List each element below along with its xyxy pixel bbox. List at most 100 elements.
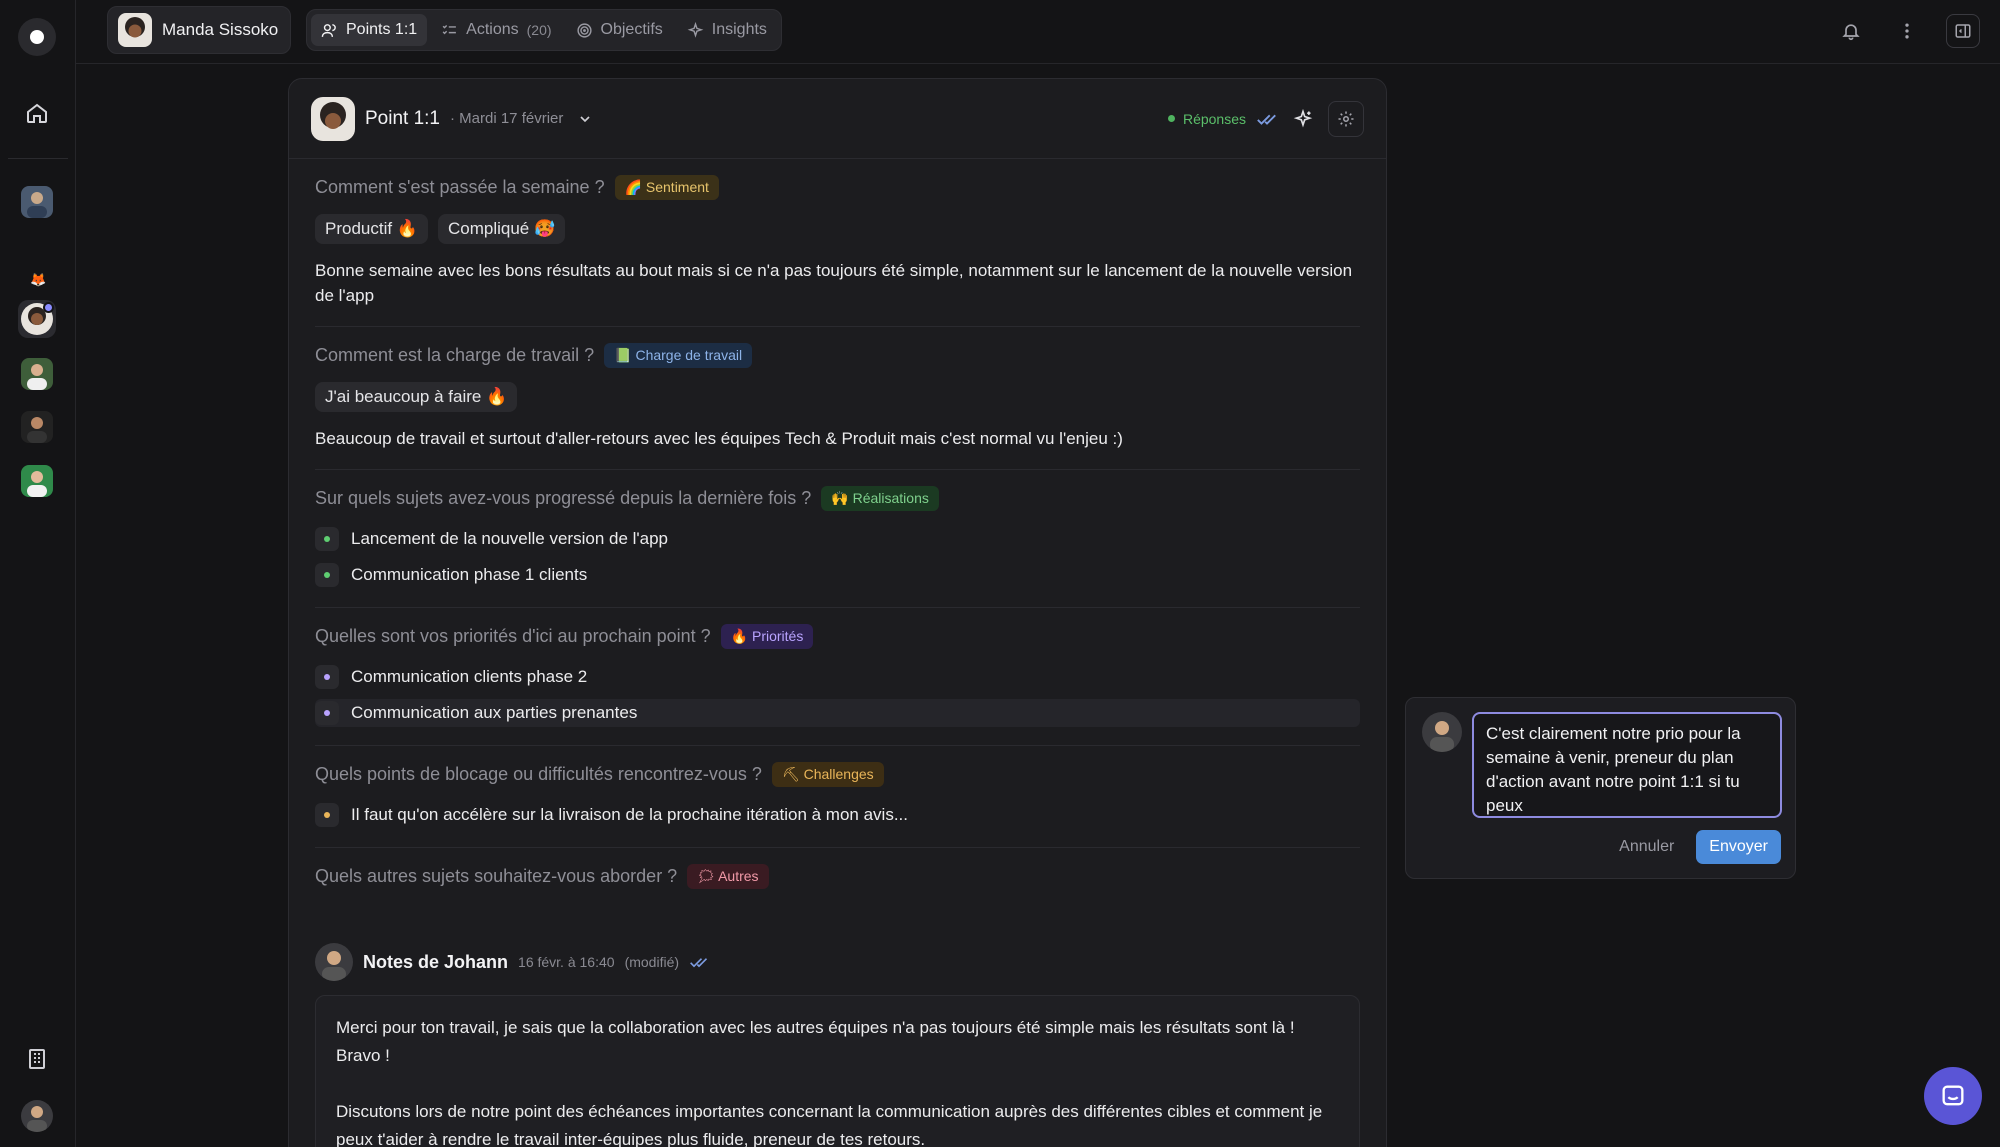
- notes-author: Notes de Johann: [363, 951, 509, 972]
- fox-icon: 🦊: [30, 272, 47, 287]
- list-item-text: Lancement de la nouvelle version de l'ap…: [351, 529, 669, 548]
- list-item[interactable]: Lancement de la nouvelle version de l'ap…: [315, 525, 1360, 553]
- logo-dot: [30, 30, 44, 44]
- meeting-title: Point 1:1: [365, 107, 440, 129]
- question-section: Quels points de blocage ou difficultés r…: [315, 746, 1360, 848]
- notes-editor[interactable]: Merci pour ton travail, je sais que la c…: [315, 995, 1360, 1147]
- question-section: Quels autres sujets souhaitez-vous abord…: [315, 848, 1360, 907]
- list-item-text: Communication clients phase 2: [351, 667, 588, 686]
- priorities-badge: 🔥 Priorités: [720, 624, 814, 649]
- tab-actions[interactable]: Actions (20): [431, 14, 561, 46]
- home-button[interactable]: [18, 94, 56, 132]
- double-check-icon: [690, 958, 708, 968]
- panel-toggle-button[interactable]: [1946, 14, 1980, 48]
- tab-label: Objectifs: [600, 21, 663, 38]
- rail-person-active[interactable]: [18, 300, 56, 338]
- rail-person-3[interactable]: [18, 408, 56, 446]
- bullet: [315, 665, 339, 689]
- chevron-down-icon: [580, 115, 590, 122]
- bell-icon: [1842, 24, 1860, 41]
- avatar: [21, 358, 53, 390]
- comment-input[interactable]: C'est clairement notre prio pour la sema…: [1472, 712, 1782, 818]
- card-header: Point 1:1 · Mardi 17 février Réponses: [289, 79, 1386, 159]
- list-item[interactable]: Il faut qu'on accélère sur la livraison …: [315, 801, 1360, 829]
- others-badge: 🗯 Autres: [687, 864, 769, 889]
- question-text: Sur quels sujets avez-vous progressé dep…: [315, 488, 812, 508]
- tab-bar: Points 1:1 Actions (20) Objectifs Insigh…: [306, 9, 782, 51]
- top-bar: Manda Sissoko Points 1:1 Actions (20) Ob…: [76, 0, 2000, 64]
- list-item-highlighted[interactable]: Communication aux parties prenantes: [315, 699, 1360, 727]
- double-check-icon: [1257, 114, 1276, 125]
- home-icon: [27, 103, 47, 123]
- answer-text[interactable]: Beaucoup de travail et surtout d'aller-r…: [315, 426, 1360, 451]
- achievements-badge: 🙌 Réalisations: [821, 486, 939, 511]
- current-user-avatar[interactable]: [18, 1097, 56, 1135]
- notes-paragraph: Merci pour ton travail, je sais que la c…: [336, 1018, 1295, 1065]
- send-button[interactable]: Envoyer: [1696, 830, 1781, 864]
- avatar: [311, 96, 355, 141]
- rail-person-4[interactable]: [18, 462, 56, 500]
- comment-panel: C'est clairement notre prio pour la sema…: [1405, 697, 1796, 879]
- avatar: [118, 13, 152, 47]
- list-item[interactable]: Communication phase 1 clients: [315, 561, 1360, 589]
- avatar: [315, 943, 353, 981]
- question-text: Comment s'est passée la semaine ?: [315, 177, 605, 197]
- tab-label: Points 1:1: [346, 21, 418, 38]
- user-name: Manda Sissoko: [162, 20, 279, 39]
- sparkle-icon: [687, 21, 704, 38]
- avatar: [1422, 712, 1462, 752]
- tab-label: Actions: [466, 21, 519, 38]
- bullet: [315, 803, 339, 827]
- settings-button[interactable]: [1328, 100, 1364, 137]
- list-item[interactable]: Communication clients phase 2: [315, 663, 1360, 691]
- chat-icon: [1942, 1085, 1964, 1106]
- org-button[interactable]: [18, 1040, 56, 1078]
- question-section: Comment est la charge de travail ? 📗 Cha…: [315, 327, 1360, 470]
- gear-icon: [1338, 111, 1354, 126]
- more-vertical-icon: [1905, 23, 1909, 39]
- answer-chip: Compliqué 🥵: [437, 214, 566, 244]
- question-text: Quels points de blocage ou difficultés r…: [315, 764, 762, 784]
- top-right-actions: [1834, 14, 1980, 48]
- notes-paragraph: Discutons lors de notre point des échéan…: [336, 1102, 1323, 1147]
- tab-label: Insights: [711, 21, 767, 38]
- question-text: Quelles sont vos priorités d'ici au proc…: [315, 626, 711, 646]
- tab-insights[interactable]: Insights: [677, 14, 777, 46]
- rail-person-1[interactable]: [18, 183, 56, 221]
- tab-objectifs[interactable]: Objectifs: [566, 14, 673, 46]
- support-chat-button[interactable]: [1924, 1067, 1982, 1125]
- sparkle-icon: [1293, 108, 1313, 127]
- answer-chip: Productif 🔥: [315, 214, 428, 244]
- rail-person-2[interactable]: [18, 355, 56, 393]
- notes-timestamp: 16 févr. à 16:40: [518, 954, 615, 970]
- notifications-button[interactable]: [1834, 14, 1868, 48]
- building-icon: [29, 1049, 45, 1069]
- list-item-text: Il faut qu'on accélère sur la livraison …: [351, 805, 908, 824]
- question-section: Sur quels sujets avez-vous progressé dep…: [315, 470, 1360, 608]
- date-dropdown[interactable]: [573, 107, 597, 131]
- avatar: [21, 1100, 53, 1132]
- ai-button[interactable]: [1288, 104, 1318, 134]
- question-text: Quels autres sujets souhaitez-vous abord…: [315, 866, 678, 886]
- sentiment-badge: 🌈 Sentiment: [614, 175, 719, 200]
- challenges-badge: ⛏ Challenges: [771, 762, 884, 787]
- meeting-date: · Mardi 17 février: [450, 110, 564, 127]
- workload-badge: 📗 Charge de travail: [604, 343, 753, 368]
- checklist-icon: [442, 24, 457, 34]
- cancel-button[interactable]: Annuler: [1619, 838, 1674, 856]
- question-section: Comment s'est passée la semaine ? 🌈 Sent…: [315, 159, 1360, 327]
- tab-count: (20): [526, 22, 552, 38]
- tab-points[interactable]: Points 1:1: [311, 14, 428, 46]
- notes-header: Notes de Johann 16 févr. à 16:40 (modifi…: [315, 943, 1360, 981]
- sidebar-toggle-icon: [1955, 24, 1971, 38]
- avatar: [21, 186, 53, 218]
- more-button[interactable]: [1890, 14, 1924, 48]
- bullet: [315, 701, 339, 725]
- question-section: Quelles sont vos priorités d'ici au proc…: [315, 608, 1360, 746]
- user-selector[interactable]: Manda Sissoko: [107, 6, 292, 54]
- status-dot: [1167, 115, 1175, 122]
- target-icon: [576, 22, 592, 38]
- workspace-logo[interactable]: [18, 18, 56, 56]
- answer-text[interactable]: Bonne semaine avec les bons résultats au…: [315, 258, 1360, 308]
- left-rail: 🦊: [0, 0, 76, 1147]
